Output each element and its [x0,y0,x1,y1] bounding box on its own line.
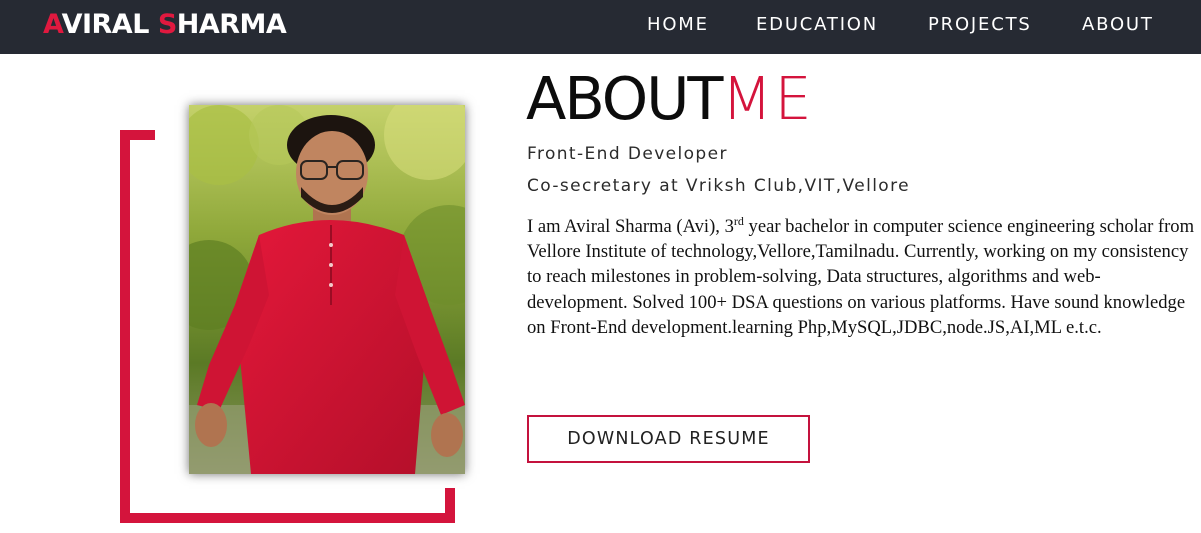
nav-link-about[interactable]: ABOUT [1082,13,1154,37]
nav-link-projects[interactable]: PROJECTS [928,13,1032,37]
logo-first-rest: VIRAL [61,9,158,40]
navbar: AVIRAL SHARMA HOME EDUCATION PROJECTS AB… [0,0,1201,54]
position-text: Co-secretary at Vriksh Club,VIT,Vellore [527,176,910,196]
logo-first-initial: A [43,9,62,40]
about-heading-accent: ME [721,64,814,133]
bio-ordinal-suffix: rd [733,214,744,228]
about-heading-main: ABOUT [526,64,723,133]
nav-link-education[interactable]: EDUCATION [756,13,878,37]
download-resume-button[interactable]: DOWNLOAD RESUME [527,415,810,463]
profile-photo [189,105,465,474]
role-text: Front-End Developer [527,144,728,164]
site-logo[interactable]: AVIRAL SHARMA [43,9,287,40]
about-heading: ABOUTME [526,66,814,132]
bio-text-start: I am Aviral Sharma (Avi), 3 [527,216,734,237]
nav-link-home[interactable]: HOME [647,13,709,37]
logo-last-rest: HARMA [176,9,287,40]
bio-paragraph: I am Aviral Sharma (Avi), 3rd year bache… [527,214,1199,340]
logo-last-initial: S [157,9,177,40]
